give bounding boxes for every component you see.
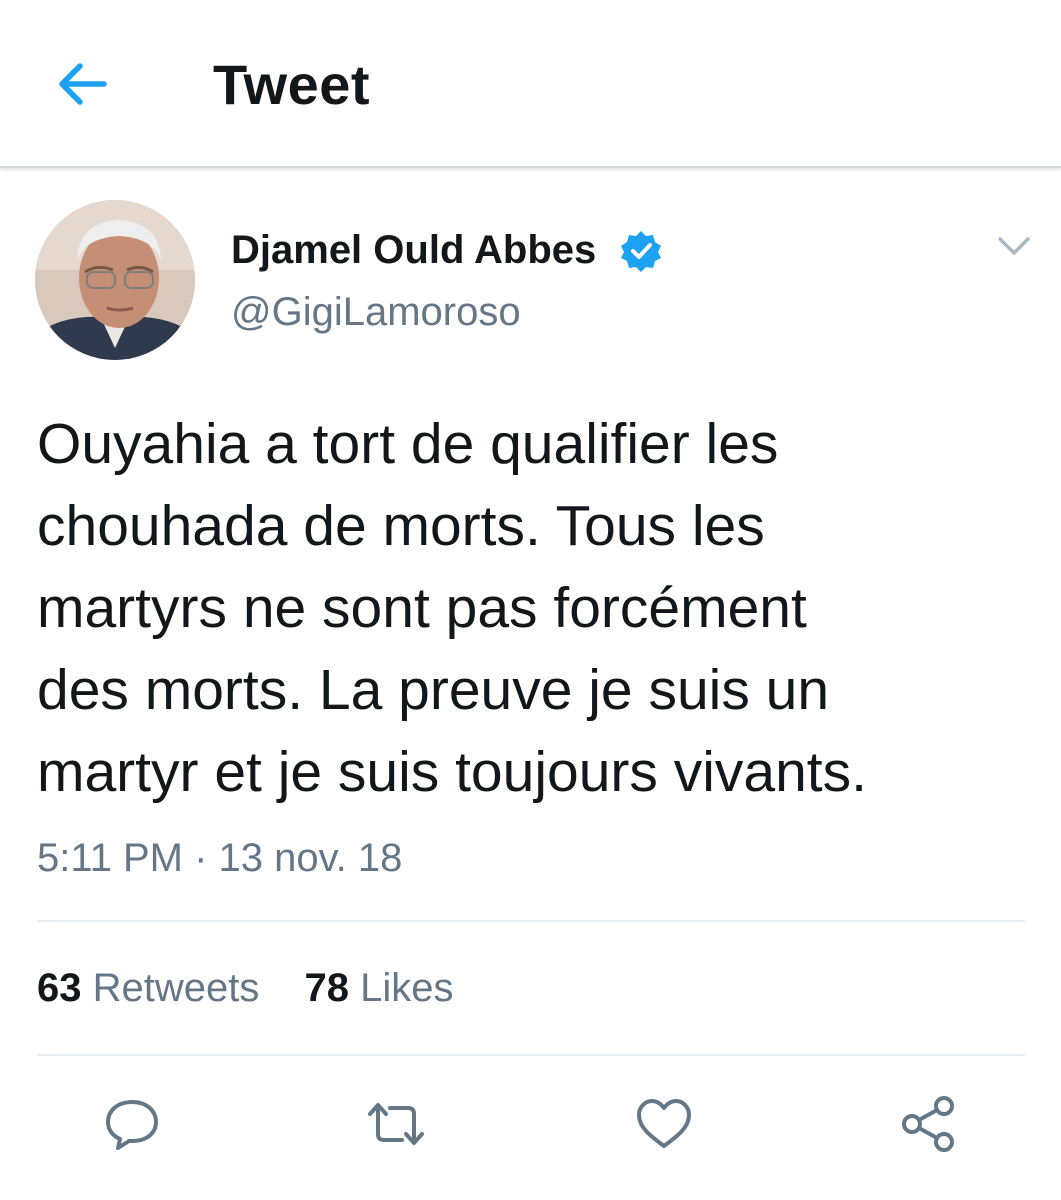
likes-label: Likes	[360, 966, 454, 1010]
reply-button[interactable]	[100, 1092, 164, 1156]
tweet-timestamp: 5:11 PM · 13 nov. 18	[37, 836, 403, 880]
likes-stat[interactable]: 78 Likes	[305, 966, 454, 1011]
like-icon	[637, 1099, 691, 1148]
author-display-name[interactable]: Djamel Ould Abbes	[231, 228, 596, 273]
retweets-label: Retweets	[92, 966, 260, 1010]
tweet-text-line: martyr et je suis toujours vivants.	[37, 740, 867, 804]
retweet-icon	[368, 1103, 424, 1145]
avatar[interactable]	[35, 200, 195, 360]
retweets-count: 63	[37, 966, 82, 1010]
arrow-left-icon	[59, 63, 107, 105]
back-button[interactable]	[52, 56, 116, 112]
retweets-stat[interactable]: 63 Retweets	[37, 966, 259, 1011]
share-icon	[902, 1096, 954, 1152]
divider	[37, 920, 1025, 922]
tweet-text: Ouyahia a tort de qualifier les chouhada…	[37, 403, 1037, 813]
tweet-text-line: des morts. La preuve je suis un	[37, 658, 830, 722]
engagement-stats: 63 Retweets 78 Likes	[37, 966, 488, 1011]
reply-icon	[106, 1100, 158, 1150]
divider	[37, 1054, 1025, 1056]
tweet-text-line: martyrs ne sont pas forcément	[37, 576, 807, 640]
likes-count: 78	[304, 966, 350, 1010]
tweet-text-line: Ouyahia a tort de qualifier les	[37, 412, 779, 476]
retweet-button[interactable]	[364, 1092, 428, 1156]
verified-badge-icon	[620, 230, 662, 272]
like-button[interactable]	[632, 1092, 696, 1156]
top-bar: Tweet	[0, 0, 1061, 168]
chevron-down-icon	[998, 237, 1030, 255]
share-button[interactable]	[898, 1092, 962, 1156]
author-handle[interactable]: @GigiLamoroso	[231, 290, 521, 335]
tweet-text-line: chouhada de morts. Tous les	[37, 494, 765, 558]
more-options-button[interactable]	[996, 232, 1032, 260]
page-title: Tweet	[213, 53, 371, 116]
